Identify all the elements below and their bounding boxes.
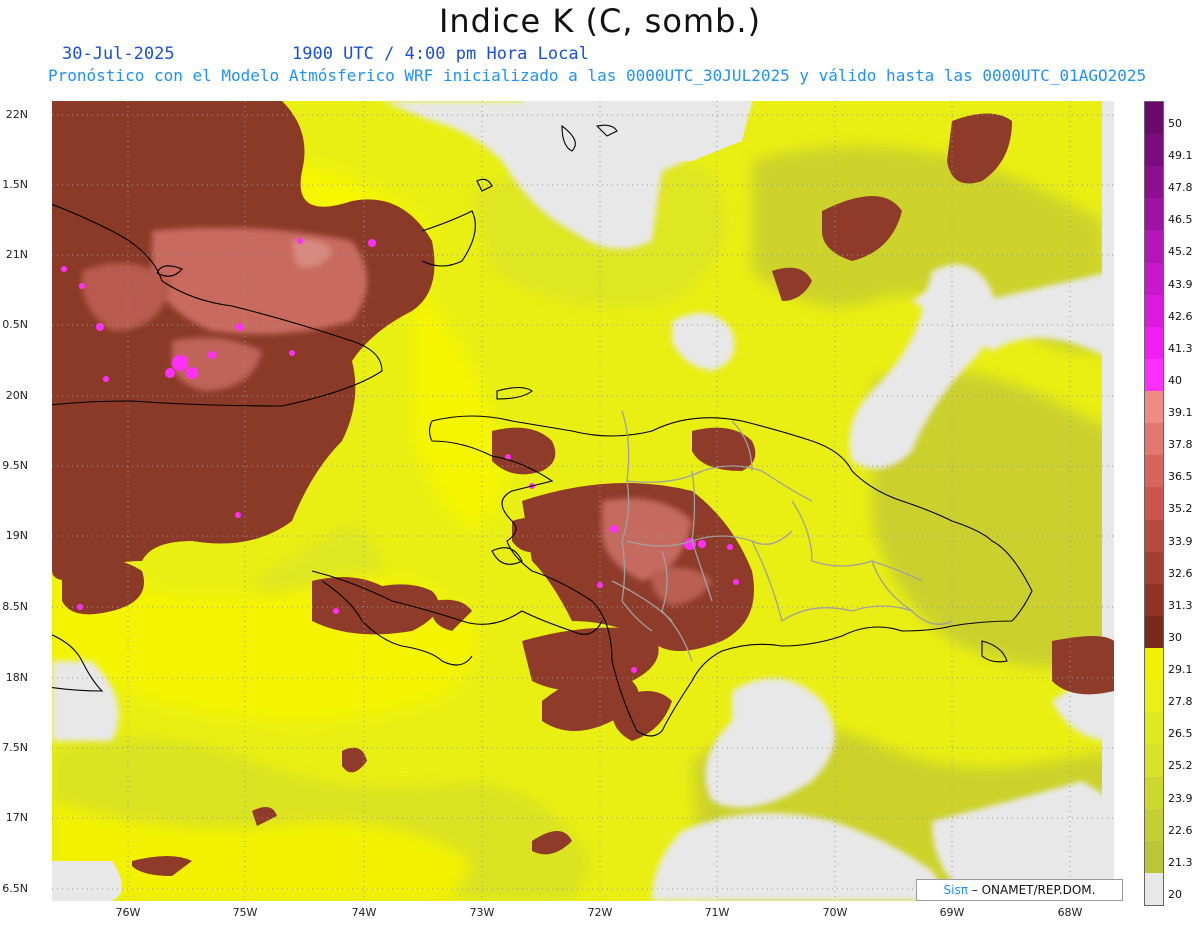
legend-label: 21.3	[1168, 855, 1193, 869]
forecast-date: 30-Jul-2025	[62, 44, 175, 64]
lon-label: 72W	[587, 906, 613, 919]
lon-label: 70W	[822, 906, 848, 919]
legend-color-box	[1145, 776, 1163, 810]
color-legend	[1144, 101, 1164, 906]
legend-color-box	[1145, 744, 1163, 777]
lat-label: 21N	[5, 248, 28, 261]
lat-label: 9.5N	[2, 459, 28, 472]
legend-color-box	[1145, 358, 1163, 392]
legend-color-box	[1145, 680, 1163, 713]
lon-label: 73W	[469, 906, 495, 919]
legend-label: 36.5	[1168, 470, 1193, 484]
legend-label: 30	[1168, 630, 1182, 644]
legend-color-box	[1145, 615, 1163, 649]
legend-color-box	[1145, 391, 1163, 424]
lon-label: 69W	[939, 906, 965, 919]
legend-label: 40	[1168, 373, 1182, 387]
legend-label: 29.1	[1168, 663, 1193, 677]
legend-color-box	[1145, 262, 1163, 296]
legend-label: 37.8	[1168, 438, 1193, 452]
legend-color-box	[1145, 487, 1163, 521]
lat-label: 18N	[5, 671, 28, 684]
legend-label: 47.8	[1168, 181, 1193, 195]
lat-label: 22N	[5, 108, 28, 121]
legend-color-box	[1145, 102, 1163, 135]
legend-label: 45.2	[1168, 245, 1193, 259]
legend-color-box	[1145, 326, 1163, 360]
legend-label: 20	[1168, 887, 1182, 901]
legend-color-box	[1145, 583, 1163, 617]
legend-color-box	[1145, 423, 1163, 456]
lat-label: 20N	[5, 389, 28, 402]
legend-label: 43.9	[1168, 277, 1193, 291]
legend-label: 31.3	[1168, 598, 1193, 612]
legend-label: 35.2	[1168, 502, 1193, 516]
k-index-map	[52, 101, 1114, 901]
legend-label: 27.8	[1168, 695, 1193, 709]
legend-label: 42.6	[1168, 309, 1193, 323]
legend-label: 46.5	[1168, 213, 1193, 227]
legend-color-box	[1145, 519, 1163, 553]
legend-label: 41.3	[1168, 341, 1193, 355]
legend-color-box	[1145, 230, 1163, 264]
lat-label: 8.5N	[2, 600, 28, 613]
legend-color-box	[1145, 294, 1163, 328]
legend-color-box	[1145, 712, 1163, 745]
legend-color-box	[1145, 872, 1163, 906]
legend-label: 33.9	[1168, 534, 1193, 548]
legend-label: 39.1	[1168, 406, 1193, 420]
legend-label: 23.9	[1168, 791, 1193, 805]
model-description: Pronóstico con el Modelo Atmósferico WRF…	[48, 66, 1147, 85]
legend-color-box	[1145, 134, 1163, 167]
credit-text: – ONAMET/REP.DOM.	[971, 883, 1096, 897]
legend-label: 25.2	[1168, 759, 1193, 773]
lat-label: 19N	[5, 529, 28, 542]
legend-label: 50	[1168, 117, 1182, 130]
legend-color-box	[1145, 840, 1163, 874]
legend-label: 49.1	[1168, 149, 1193, 163]
lon-label: 74W	[351, 906, 377, 919]
credit-box: Sisπ – ONAMET/REP.DOM.	[916, 879, 1123, 901]
lon-label: 68W	[1057, 906, 1083, 919]
legend-color-box	[1145, 455, 1163, 488]
lat-label: 17N	[5, 811, 28, 824]
legend-color-box	[1145, 648, 1163, 681]
legend-label: 32.6	[1168, 566, 1193, 580]
legend-color-box	[1145, 808, 1163, 842]
sispi-logo: Sisπ	[943, 883, 968, 897]
legend-label: 26.5	[1168, 727, 1193, 741]
legend-color-box	[1145, 166, 1163, 199]
lat-label: 7.5N	[2, 741, 28, 754]
legend-label: 22.6	[1168, 823, 1193, 837]
lat-label: 1.5N	[2, 178, 28, 191]
lon-label: 75W	[232, 906, 258, 919]
forecast-time: 1900 UTC / 4:00 pm Hora Local	[292, 44, 589, 64]
legend-color-box	[1145, 551, 1163, 585]
lon-label: 71W	[704, 906, 730, 919]
lon-label: 76W	[115, 906, 141, 919]
lat-label: 0.5N	[2, 318, 28, 331]
chart-title: Indice K (C, somb.)	[438, 2, 762, 40]
legend-color-box	[1145, 198, 1163, 231]
lat-label: 6.5N	[2, 882, 28, 895]
